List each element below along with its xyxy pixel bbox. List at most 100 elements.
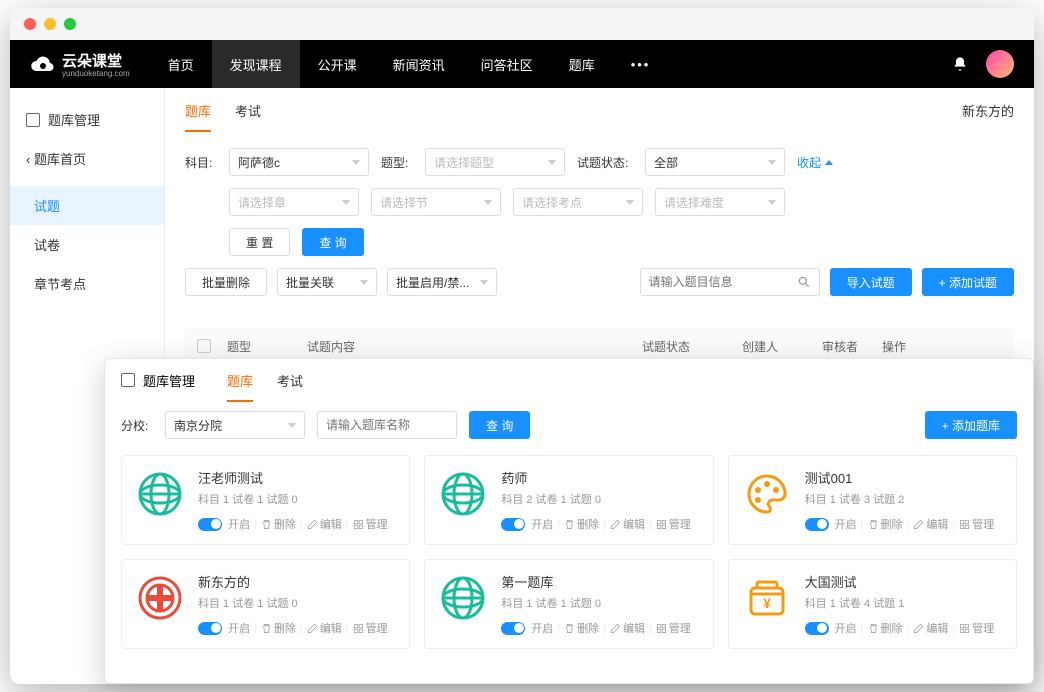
nav-home[interactable]: 首页 (150, 40, 212, 88)
branch-select[interactable]: 南京分院 (165, 411, 305, 439)
qtype-label: 题型: (381, 154, 413, 171)
cloud-icon (30, 53, 56, 75)
card-title: 大国测试 (805, 572, 1004, 591)
card-ops: 开启 | 删除 | 编辑 | 管理 (805, 620, 1004, 636)
sidebar-item-papers[interactable]: 试卷 (10, 225, 164, 264)
card-manage[interactable]: 管理 (353, 516, 388, 532)
toggle-switch[interactable] (198, 622, 222, 635)
brand-logo[interactable]: 云朵课堂 yunduoketang.com (30, 50, 130, 78)
nav-bank[interactable]: 题库 (551, 40, 613, 88)
toggle-switch[interactable] (501, 622, 525, 635)
card-manage[interactable]: 管理 (353, 620, 388, 636)
svg-text:¥: ¥ (763, 595, 771, 611)
card-edit[interactable]: 编辑 (913, 516, 948, 532)
close-dot[interactable] (24, 18, 36, 30)
bulk-toggle-select[interactable]: 批量启用/禁... (387, 268, 497, 296)
toggle-switch[interactable] (501, 518, 525, 531)
select-all-checkbox[interactable] (197, 339, 211, 353)
card-manage[interactable]: 管理 (959, 620, 994, 636)
chevron-down-icon (768, 160, 776, 165)
card-edit[interactable]: 编辑 (913, 620, 948, 636)
card-icon (134, 572, 186, 624)
bank-card[interactable]: 测试001 科目 1 试卷 3 试题 2 开启 | 删除 | 编辑 | 管理 (728, 455, 1017, 545)
w2-tab-exam[interactable]: 考试 (277, 358, 303, 402)
bulk-link-select[interactable]: 批量关联 (277, 268, 377, 296)
card-title: 第一题库 (501, 572, 700, 591)
nav-more[interactable]: ••• (613, 40, 669, 88)
card-title: 测试001 (805, 468, 1004, 487)
qstatus-select[interactable]: 全部 (645, 148, 785, 176)
bank-card[interactable]: 新东方的 科目 1 试卷 1 试题 0 开启 | 删除 | 编辑 | 管理 (121, 559, 410, 649)
w2-query-button[interactable]: 查 询 (469, 411, 530, 439)
reset-button[interactable]: 重 置 (229, 228, 290, 256)
point-select[interactable]: 请选择考点 (513, 188, 643, 216)
bell-icon[interactable] (952, 56, 968, 72)
qtype-select[interactable]: 请选择题型 (425, 148, 565, 176)
search-field[interactable] (649, 275, 789, 289)
card-icon (437, 572, 489, 624)
sidebar-item-points[interactable]: 章节考点 (10, 264, 164, 303)
card-icon: ¥ (741, 572, 793, 624)
brand-sub: yunduoketang.com (62, 69, 130, 78)
toggle-switch[interactable] (805, 518, 829, 531)
add-button[interactable]: + 添加试题 (922, 268, 1014, 296)
bank-icon (121, 373, 135, 387)
card-manage[interactable]: 管理 (959, 516, 994, 532)
card-icon (741, 468, 793, 520)
bulk-delete-button[interactable]: 批量删除 (185, 268, 267, 296)
zoom-dot[interactable] (64, 18, 76, 30)
toggle-switch[interactable] (805, 622, 829, 635)
card-edit[interactable]: 编辑 (610, 516, 645, 532)
section-select[interactable]: 请选择节 (371, 188, 501, 216)
card-delete[interactable]: 删除 (868, 620, 903, 636)
bank-name-input[interactable] (317, 411, 457, 439)
nav-news[interactable]: 新闻资讯 (375, 40, 463, 88)
sidebar-item-questions[interactable]: 试题 (10, 186, 164, 225)
toggle-switch[interactable] (198, 518, 222, 531)
card-ops: 开启 | 删除 | 编辑 | 管理 (501, 620, 700, 636)
nav-discover[interactable]: 发现课程 (212, 40, 300, 88)
card-manage[interactable]: 管理 (656, 516, 691, 532)
bank-card[interactable]: 汪老师测试 科目 1 试卷 1 试题 0 开启 | 删除 | 编辑 | 管理 (121, 455, 410, 545)
chapter-select[interactable]: 请选择章 (229, 188, 359, 216)
nav-public[interactable]: 公开课 (300, 40, 375, 88)
tab-bank[interactable]: 题库 (185, 88, 211, 132)
card-meta: 科目 1 试卷 1 试题 0 (501, 595, 700, 611)
minimize-dot[interactable] (44, 18, 56, 30)
query-button[interactable]: 查 询 (302, 228, 363, 256)
subject-select[interactable]: 阿萨德c (229, 148, 369, 176)
card-delete[interactable]: 删除 (564, 516, 599, 532)
bank-card[interactable]: 第一题库 科目 1 试卷 1 试题 0 开启 | 删除 | 编辑 | 管理 (424, 559, 713, 649)
chevron-down-icon (352, 160, 360, 165)
search-icon (797, 275, 811, 289)
card-manage[interactable]: 管理 (656, 620, 691, 636)
chevron-down-icon (548, 160, 556, 165)
bank-list-window: 题库管理 题库 考试 分校: 南京分院 查 询 + 添加题库 汪老师测试 科目 … (104, 358, 1034, 684)
card-delete[interactable]: 删除 (261, 516, 296, 532)
card-ops: 开启 | 删除 | 编辑 | 管理 (198, 516, 397, 532)
nav-qa[interactable]: 问答社区 (463, 40, 551, 88)
w2-filter: 分校: 南京分院 查 询 + 添加题库 (105, 401, 1033, 449)
avatar[interactable] (986, 50, 1014, 78)
main-tabs: 题库 考试 新东方的 (185, 88, 1014, 132)
card-meta: 科目 2 试卷 1 试题 0 (501, 491, 700, 507)
collapse-link[interactable]: 收起 (797, 154, 833, 171)
difficulty-select[interactable]: 请选择难度 (655, 188, 785, 216)
add-bank-button[interactable]: + 添加题库 (925, 411, 1017, 439)
w2-tab-bank[interactable]: 题库 (227, 358, 253, 402)
import-button[interactable]: 导入试题 (830, 268, 912, 296)
bank-card[interactable]: ¥ 大国测试 科目 1 试卷 4 试题 1 开启 | 删除 | 编辑 | 管理 (728, 559, 1017, 649)
chevron-up-icon (825, 160, 833, 165)
bank-card[interactable]: 药师 科目 2 试卷 1 试题 0 开启 | 删除 | 编辑 | 管理 (424, 455, 713, 545)
card-edit[interactable]: 编辑 (610, 620, 645, 636)
card-ops: 开启 | 删除 | 编辑 | 管理 (805, 516, 1004, 532)
search-input[interactable] (640, 268, 820, 296)
card-delete[interactable]: 删除 (261, 620, 296, 636)
sidebar-back[interactable]: ‹ 题库首页 (10, 139, 164, 178)
card-delete[interactable]: 删除 (564, 620, 599, 636)
card-edit[interactable]: 编辑 (307, 620, 342, 636)
card-edit[interactable]: 编辑 (307, 516, 342, 532)
card-delete[interactable]: 删除 (868, 516, 903, 532)
tab-exam[interactable]: 考试 (235, 88, 261, 132)
qstatus-label: 试题状态: (577, 154, 633, 171)
